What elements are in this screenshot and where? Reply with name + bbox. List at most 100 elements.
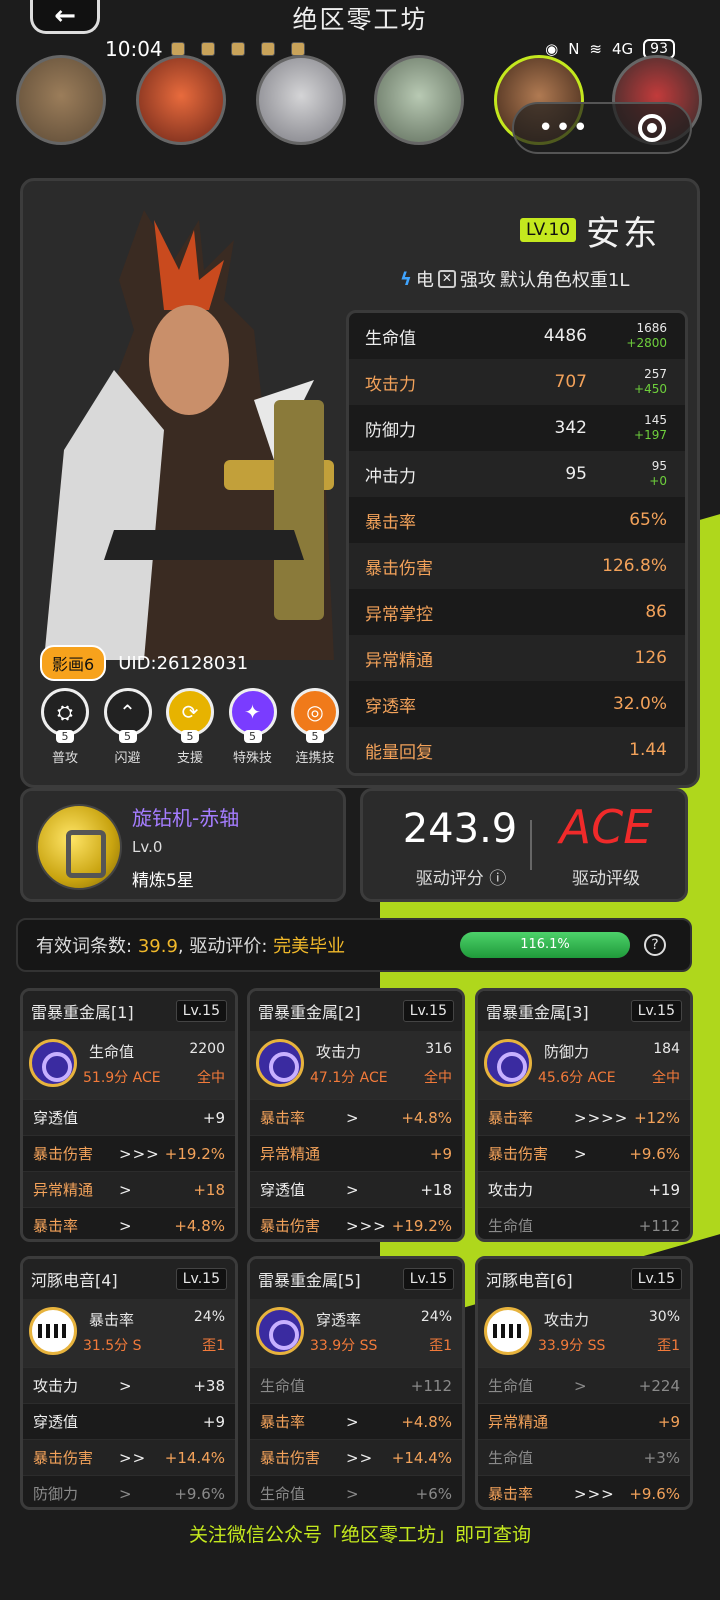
sub-stat-value: +9.6%: [174, 1484, 225, 1503]
upgrade-arrows: >: [119, 1376, 133, 1395]
disc-main-stat: 防御力 184 45.6分 ACE 全中: [478, 1031, 690, 1099]
main-stat-value: 184: [653, 1041, 680, 1057]
character-level: LV.10: [520, 218, 577, 242]
disc-hit: 歪1: [202, 1338, 225, 1354]
skill-dodge[interactable]: ⌃ 5 闪避: [103, 688, 153, 768]
drive-disc-card[interactable]: 雷暴重金属[5] Lv.15 穿透率 24% 33.9分 SS 歪1 生命值 +…: [247, 1256, 465, 1510]
sub-stat-row: 生命值 > +6%: [250, 1475, 462, 1507]
stat-value: 126: [634, 648, 667, 668]
drive-grade-label: 驱动评级: [572, 869, 640, 889]
sub-stat-value: +18: [420, 1180, 452, 1199]
sub-stat-name: 异常精通: [488, 1413, 549, 1431]
stat-label: 穿透率: [365, 696, 416, 717]
sub-stat-value: +9: [202, 1108, 225, 1127]
stat-label: 暴击率: [365, 512, 416, 533]
sub-stat-value: +112: [638, 1216, 680, 1235]
disc-level: Lv.15: [630, 1268, 682, 1290]
sub-stat-name: 生命值: [260, 1377, 306, 1395]
drive-disc-card[interactable]: 雷暴重金属[2] Lv.15 攻击力 316 47.1分 ACE 全中 暴击率 …: [247, 988, 465, 1242]
evaluation-progress: 116.1%: [460, 932, 630, 958]
help-icon[interactable]: ?: [644, 934, 666, 956]
disc-title: 雷暴重金属[5]: [258, 1271, 361, 1290]
drive-disc-card[interactable]: 河豚电音[6] Lv.15 攻击力 30% 33.9分 SS 歪1 生命值 > …: [475, 1256, 693, 1510]
sub-stat-value: +9: [429, 1144, 452, 1163]
disc-hit: 全中: [652, 1070, 680, 1086]
more-icon[interactable]: •••: [538, 113, 590, 143]
avatar-bear[interactable]: [16, 55, 106, 145]
sub-stat-name: 穿透值: [33, 1109, 79, 1127]
avatar-red-hair[interactable]: [136, 55, 226, 145]
disc-header: 雷暴重金属[5] Lv.15: [250, 1259, 462, 1299]
disc-header: 雷暴重金属[3] Lv.15: [478, 991, 690, 1031]
disc-title: 雷暴重金属[1]: [31, 1003, 134, 1022]
skill-name: 连携技: [295, 751, 335, 766]
drive-disc-card[interactable]: 雷暴重金属[3] Lv.15 防御力 184 45.6分 ACE 全中 暴击率 …: [475, 988, 693, 1242]
skill-special[interactable]: ✦ 5 特殊技: [228, 688, 278, 768]
sub-stat-value: +4.8%: [401, 1412, 452, 1431]
disc-score: 33.9分 SS: [310, 1338, 378, 1354]
sub-stat-row: 暴击伤害 >> +14.4%: [250, 1439, 462, 1475]
skill-name: 支援: [176, 751, 203, 766]
close-target-icon[interactable]: [637, 114, 666, 142]
sub-stat-name: 穿透值: [260, 1181, 306, 1199]
disc-score: 51.9分 ACE: [83, 1070, 161, 1086]
skill-assist[interactable]: ⟳ 5 支援: [165, 688, 215, 768]
sub-stat-row: 攻击力 > +38: [23, 1367, 235, 1403]
sub-stat-name: 穿透值: [33, 1413, 79, 1431]
stat-value: 32.0%: [612, 694, 667, 714]
upgrade-arrows: >: [346, 1412, 360, 1431]
skill-level: 5: [118, 730, 137, 743]
main-stat-name: 防御力: [544, 1043, 590, 1061]
main-stat-value: 24%: [193, 1309, 225, 1325]
sub-stat-name: 防御力: [33, 1485, 79, 1503]
upgrade-arrows: >>: [346, 1448, 374, 1467]
stat-row: 防御力 342 145 +197: [349, 405, 685, 451]
stat-value: 126.8%: [602, 556, 667, 576]
avatar-silver-hair[interactable]: [256, 55, 346, 145]
drive-score-label[interactable]: 驱动评分 ⓘ: [396, 864, 526, 889]
disc-title: 河豚电音[4]: [31, 1271, 118, 1290]
drive-disc-card[interactable]: 雷暴重金属[1] Lv.15 生命值 2200 51.9分 ACE 全中 穿透值…: [20, 988, 238, 1242]
skill-basic-attack[interactable]: ⛭ 5 普攻: [40, 688, 90, 768]
sub-stat-value: +14.4%: [391, 1448, 452, 1467]
drive-score-value: 243.9: [402, 806, 518, 852]
uid-row: 影画6 UID:26128031: [40, 645, 340, 681]
stat-row: 能量回复 1.44: [349, 727, 685, 773]
drive-disc-card[interactable]: 河豚电音[4] Lv.15 暴击率 24% 31.5分 S 歪1 攻击力 > +…: [20, 1256, 238, 1510]
sub-stat-value: +4.8%: [174, 1216, 225, 1235]
disc-set-icon: [256, 1307, 304, 1355]
upgrade-arrows: >: [346, 1108, 360, 1127]
sub-stat-row: 暴击率 >>> +9.6%: [478, 1475, 690, 1507]
stat-value: 707: [554, 372, 587, 392]
skill-name: 普攻: [51, 751, 78, 766]
avatar-green-hair[interactable]: [374, 55, 464, 145]
disc-score: 47.1分 ACE: [310, 1070, 388, 1086]
sub-stat-row: 穿透值 > +18: [250, 1171, 462, 1207]
sub-stat-value: +9: [202, 1412, 225, 1431]
sub-stat-row: 暴击伤害 >>> +19.2%: [250, 1207, 462, 1239]
basic-attack-icon: ⛭: [41, 688, 89, 736]
sub-stat-row: 暴击伤害 > +9.6%: [478, 1135, 690, 1171]
sub-stat-name: 暴击伤害: [33, 1145, 94, 1163]
skill-chain[interactable]: ◎ 5 连携技: [290, 688, 340, 768]
miniprogram-capsule[interactable]: •••: [512, 102, 692, 154]
app-title: 绝区零工坊: [292, 5, 428, 34]
weight-label: 默认角色权重1L: [499, 270, 630, 291]
sub-stat-row: 异常精通 +9: [250, 1135, 462, 1171]
sub-stat-value: +19.2%: [164, 1144, 225, 1163]
sub-stat-name: 暴击伤害: [33, 1449, 94, 1467]
disc-title: 雷暴重金属[3]: [486, 1003, 589, 1022]
skill-level: 5: [56, 730, 74, 743]
chain-icon: ◎: [291, 688, 339, 736]
disc-hit: 全中: [424, 1070, 452, 1086]
disc-score: 45.6分 ACE: [538, 1070, 616, 1086]
stat-row: 穿透率 32.0%: [349, 681, 685, 727]
main-stat-name: 攻击力: [316, 1043, 362, 1061]
main-stat-value: 2200: [189, 1041, 225, 1057]
attack-style-icon: ✕: [437, 270, 456, 288]
disc-main-stat: 生命值 2200 51.9分 ACE 全中: [23, 1031, 235, 1099]
sub-stat-value: +19.2%: [391, 1216, 452, 1235]
dodge-icon: ⌃: [103, 688, 152, 736]
stats-table: 生命值 4486 1686 +2800 攻击力 707 257 +450 防御力 342 14…: [346, 310, 688, 776]
sub-stat-name: 攻击力: [488, 1181, 534, 1199]
